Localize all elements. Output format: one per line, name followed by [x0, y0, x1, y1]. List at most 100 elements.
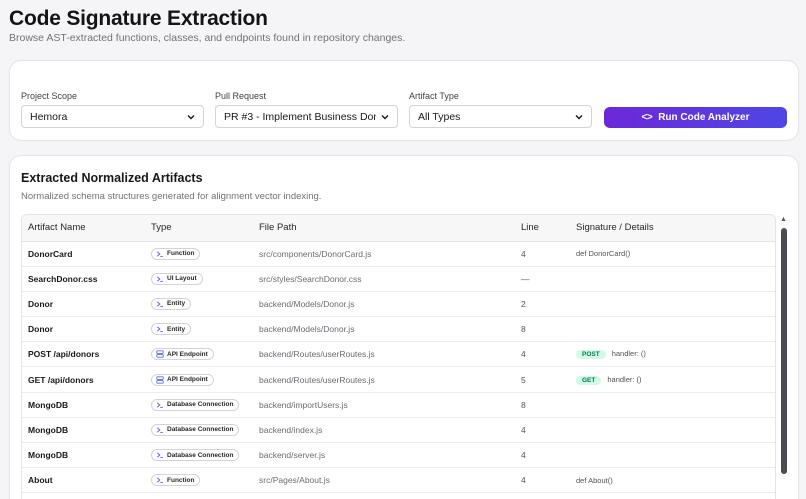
artifact-type-cell: Database Connection [145, 392, 253, 417]
project-scope-select[interactable]: Hemora [21, 105, 204, 128]
section-title: Extracted Normalized Artifacts [21, 171, 203, 185]
type-badge-label: Database Connection [167, 426, 234, 434]
terminal-icon [156, 402, 163, 408]
line-number: 2 [521, 298, 526, 309]
line-number: 5 [521, 374, 526, 385]
signature-cell: def About() [570, 468, 775, 493]
signature-cell [570, 317, 775, 342]
table-row[interactable]: MongoDB Database Connection backend/import… [22, 392, 775, 418]
artifact-type-field: Artifact Type All Types [409, 91, 592, 128]
line-number: 4 [521, 450, 526, 461]
server-icon [156, 350, 164, 358]
artifact-type-cell: API Endpoint [145, 367, 253, 392]
type-badge-label: Function [167, 250, 195, 258]
type-badge: UI Layout [151, 272, 203, 285]
server-icon [156, 375, 164, 384]
artifact-type-select[interactable]: All Types [409, 105, 592, 128]
table-row[interactable]: MongoDB Database Connection backend/server… [22, 443, 775, 468]
pull-request-select[interactable]: PR #3 - Implement Business Domain [215, 105, 398, 128]
terminal-icon [156, 427, 163, 433]
type-badge: Database Connection [151, 449, 240, 462]
table-row[interactable]: DonorCard Function src/components/DonorCar… [22, 241, 775, 267]
signature-cell: GET handler: () [570, 367, 775, 392]
artifact-type-cell: Function [145, 241, 253, 266]
scrollbar-thumb[interactable] [781, 228, 787, 474]
signature-cell [570, 291, 775, 316]
table-row[interactable]: SearchDonor.css UI Layout src/styles/Searc… [22, 266, 775, 292]
file-path: backend/Routes/userRoutes.js [259, 349, 375, 360]
signature-text: handler: () [611, 349, 646, 359]
run-code-analyzer-button[interactable]: <> Run Code Analyzer [604, 107, 787, 128]
page-title: Code Signature Extraction [9, 7, 268, 30]
line-number: 4 [521, 424, 526, 435]
line-number: 4 [521, 475, 526, 486]
project-scope-value: Hemora [30, 110, 68, 123]
type-badge-label: API Endpoint [167, 376, 208, 384]
run-button-label: Run Code Analyzer [658, 112, 750, 123]
artifact-name: POST /api/donors [28, 349, 100, 360]
type-badge: Database Connection [151, 398, 240, 411]
type-badge-label: Function [167, 476, 195, 484]
type-badge-label: Entity [167, 300, 186, 308]
file-path: backend/Models/Donor.js [259, 324, 355, 335]
file-path: backend/Routes/userRoutes.js [259, 374, 375, 385]
type-badge: Entity [151, 297, 192, 310]
type-badge: Function [151, 247, 201, 260]
column-header: File Path [253, 215, 515, 242]
table-row[interactable]: GET /api/donors API Endpoint backend/Route… [22, 367, 775, 393]
signature-text: handler: () [607, 374, 642, 384]
chevron-down-icon [381, 114, 389, 119]
terminal-icon [156, 452, 163, 458]
artifacts-panel: Extracted Normalized Artifacts Normalize… [9, 155, 799, 499]
file-path: src/Pages/About.js [259, 475, 330, 486]
signature-cell [570, 443, 775, 468]
artifact-name: Donor [28, 324, 54, 335]
type-badge: API Endpoint [151, 348, 214, 361]
type-badge-label: UI Layout [167, 275, 197, 283]
artifacts-table: Artifact Name Type File Path Line Signat… [21, 214, 776, 499]
code-icon: <> [641, 112, 653, 123]
column-header: Signature / Details [570, 215, 775, 242]
artifact-type-cell: Database Connection [145, 417, 253, 442]
table-row[interactable]: Donor Entity backend/Models/Donor.js 8 [22, 317, 775, 342]
artifact-type-cell: Database Connection [145, 443, 253, 468]
type-badge: Function [151, 474, 201, 487]
table-row[interactable]: POST /api/donors API Endpoint backend/Rout… [22, 342, 775, 367]
artifact-name: GET /api/donors [28, 374, 94, 385]
signature-cell [570, 392, 775, 417]
scroll-up-icon[interactable]: ▲ [780, 216, 787, 223]
http-method-badge: GET [576, 375, 602, 385]
type-badge: Database Connection [151, 423, 240, 436]
type-badge: API Endpoint [151, 373, 214, 386]
file-path: backend/Models/Donor.js [259, 298, 355, 309]
table-row[interactable]: MongoDB Database Connection backend/index.… [22, 417, 775, 443]
signature-cell: POST handler: () [570, 342, 775, 367]
file-path: backend/index.js [259, 424, 323, 435]
chevron-down-icon [187, 114, 195, 119]
terminal-icon [156, 326, 163, 333]
type-badge-label: API Endpoint [167, 350, 208, 358]
terminal-icon [156, 251, 163, 257]
signature-text: def DonorCard() [576, 249, 631, 259]
file-path: backend/importUsers.js [259, 399, 348, 410]
file-path: src/components/DonorCard.js [259, 248, 372, 259]
line-number: 8 [521, 324, 526, 335]
terminal-icon [156, 276, 163, 282]
project-scope-field: Project Scope Hemora [21, 91, 204, 128]
line-number: — [521, 273, 530, 284]
table-row[interactable]: Donor Entity backend/Models/Donor.js 2 [22, 291, 775, 317]
terminal-icon [156, 301, 163, 307]
artifact-type-cell: UI Layout [145, 266, 253, 291]
type-badge-label: Database Connection [167, 401, 234, 409]
artifact-type-cell: Function [145, 468, 253, 493]
line-number: 4 [521, 349, 526, 360]
scrollbar[interactable]: ▲ [779, 216, 789, 499]
table-row[interactable]: About Function src/Pages/About.js 4 def Abou… [22, 468, 775, 493]
file-path: src/styles/SearchDonor.css [259, 273, 362, 284]
table-header-row: Artifact Name Type File Path Line Signat… [22, 215, 775, 242]
http-method-badge: POST [576, 350, 606, 360]
artifact-type-value: All Types [418, 110, 461, 123]
section-subtitle: Normalized schema structures generated f… [21, 191, 322, 202]
chevron-down-icon [575, 114, 583, 119]
artifact-type-cell: API Endpoint [145, 342, 253, 367]
